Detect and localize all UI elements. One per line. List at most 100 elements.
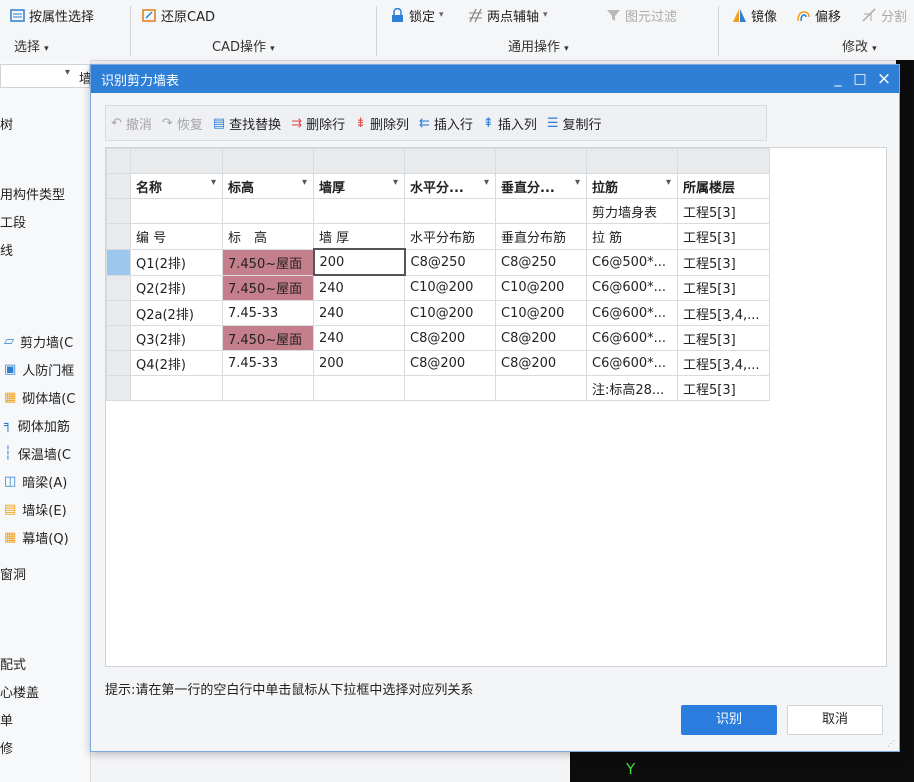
table-cell[interactable]: C8@250 [404,248,496,276]
table-cell[interactable]: Q1(2排) [130,248,223,276]
table-cell[interactable]: C10@200 [495,274,587,301]
mapping-select-tie-bar[interactable]: 拉筋 ▾ [586,173,678,199]
table-cell[interactable]: C8@200 [495,350,587,376]
table-cell[interactable]: 标 高 [222,223,314,250]
table-cell[interactable]: C8@250 [495,248,587,276]
table-cell[interactable]: C8@200 [495,325,587,351]
mapping-select-thickness[interactable]: 墙厚 ▾ [313,173,405,199]
list-item[interactable]: 心楼盖 [0,682,39,701]
table-cell[interactable]: 工程5[3] [677,223,770,250]
table-cell[interactable]: 水平分布筋 [404,223,496,250]
table-cell[interactable]: 7.45-33 [222,350,314,376]
delete-row-button[interactable]: ⇉ 删除行 [286,109,350,137]
floor-dropdown[interactable]: ▾ 墙 [0,64,92,88]
list-item[interactable]: 窗洞 [0,564,26,583]
table-cell[interactable]: C10@200 [404,274,496,301]
list-item-wall-pier[interactable]: ▤ 墙垛(E) [4,500,67,519]
table-cell[interactable] [495,375,587,401]
table-cell[interactable]: Q4(2排) [130,350,223,376]
table-cell[interactable]: C6@600*... [586,350,678,376]
table-cell[interactable] [222,198,314,224]
row-header-selected[interactable] [106,248,131,276]
select-by-attribute-button[interactable]: 按属性选择 [10,4,94,26]
list-item-masonry-rebar[interactable]: ╕ 砌体加筋 [4,416,70,435]
column-header[interactable] [130,148,223,174]
group-label-select[interactable]: 选择 ▾ [14,36,49,55]
mapping-select-name[interactable]: 名称 ▾ [130,173,223,199]
table-cell[interactable]: C6@600*... [586,300,678,326]
table-cell-active[interactable]: 200 [312,248,406,276]
group-label-common-ops[interactable]: 通用操作 ▾ [508,36,569,55]
insert-column-button[interactable]: ⇞ 插入列 [478,109,542,137]
table-cell[interactable]: 编 号 [130,223,223,250]
mirror-button[interactable]: 镜像 [732,4,777,26]
column-header[interactable] [222,148,314,174]
table-cell[interactable]: 工程5[3] [677,198,770,224]
restore-cad-button[interactable]: 还原CAD [142,4,215,26]
table-cell[interactable]: C6@500*... [586,248,678,276]
list-item[interactable]: 工段 [0,212,26,231]
table-cell[interactable]: 剪力墙身表 [586,198,678,224]
table-cell[interactable]: C8@200 [404,325,496,351]
list-item-civil-defense-door[interactable]: ▣ 人防门框 [4,360,74,379]
insert-row-button[interactable]: ⇇ 插入行 [414,109,478,137]
close-button[interactable]: × [873,68,895,90]
table-cell[interactable]: C6@600*... [586,274,678,301]
table-cell[interactable] [222,375,314,401]
table-cell[interactable]: C8@200 [404,350,496,376]
table-cell[interactable]: 墙 厚 [313,223,405,250]
split-button[interactable]: 分割 [862,4,907,26]
list-item-hidden-beam[interactable]: ◫ 暗梁(A) [4,472,67,491]
row-header[interactable] [106,325,131,351]
mapping-select-vertical-rebar[interactable]: 垂直分... ▾ [495,173,587,199]
column-header[interactable] [677,148,770,174]
row-header[interactable] [106,350,131,376]
mapping-select-floor[interactable]: 所属楼层 [677,173,770,199]
two-point-axis-button[interactable]: 两点辅轴 ▾ [468,4,548,26]
table-cell[interactable]: 拉 筋 [586,223,678,250]
table-cell[interactable]: Q3(2排) [130,325,223,351]
table-cell-highlighted[interactable]: 7.450~屋面 [222,325,314,351]
list-item[interactable]: 修 [0,738,13,757]
shear-wall-table[interactable]: 名称 ▾ 标高 ▾ 墙厚 ▾ 水平分... ▾ 垂直分... ▾ 拉筋 ▾ 所属楼层 剪力墙… [105,147,887,667]
column-header-selected[interactable] [313,148,405,174]
undo-button[interactable]: ↶ 撤消 [106,109,157,137]
group-label-cad-ops[interactable]: CAD操作 ▾ [212,36,275,55]
minimize-button[interactable]: _ [827,68,849,90]
cad-canvas-bottom[interactable]: Y [570,750,914,782]
table-cell[interactable]: 工程5[3] [677,248,770,276]
table-cell[interactable]: C6@600*... [586,325,678,351]
element-filter-button[interactable]: 图元过滤 [606,4,677,26]
column-header[interactable] [495,148,587,174]
table-cell[interactable] [130,198,223,224]
table-cell[interactable]: Q2a(2排) [130,300,223,326]
table-cell[interactable]: 工程5[3,4,... [677,350,770,376]
table-cell-highlighted[interactable]: 7.450~屋面 [222,248,314,276]
cancel-button[interactable]: 取消 [787,705,883,735]
table-cell[interactable]: 注:标高28... [586,375,678,401]
list-item[interactable]: 单 [0,710,13,729]
list-item-curtain-wall[interactable]: ▦ 幕墙(Q) [4,528,69,547]
mapping-select-horizontal-rebar[interactable]: 水平分... ▾ [404,173,496,199]
table-cell[interactable] [130,375,223,401]
row-header[interactable] [106,300,131,326]
table-cell[interactable]: 240 [313,300,405,326]
table-cell[interactable]: 工程5[3] [677,274,770,301]
table-cell[interactable]: 工程5[3] [677,375,770,401]
find-replace-button[interactable]: ▤ 查找替换 [208,109,286,137]
recognize-button[interactable]: 识别 [681,705,777,735]
list-item[interactable]: 配式 [0,654,26,673]
lock-button[interactable]: 锁定 ▾ [390,4,444,26]
list-item[interactable]: 用构件类型 [0,184,65,203]
row-header[interactable] [106,274,131,301]
table-cell[interactable]: 垂直分布筋 [495,223,587,250]
list-item-masonry-wall[interactable]: ▦ 砌体墙(C [4,388,75,407]
redo-button[interactable]: ↷ 恢复 [157,109,208,137]
offset-button[interactable]: 偏移 [796,4,841,26]
mapping-select-elevation[interactable]: 标高 ▾ [222,173,314,199]
table-cell[interactable] [404,375,496,401]
table-cell[interactable] [404,198,496,224]
table-cell[interactable]: 240 [313,325,405,351]
row-header[interactable] [106,223,131,250]
table-cell[interactable] [313,198,405,224]
